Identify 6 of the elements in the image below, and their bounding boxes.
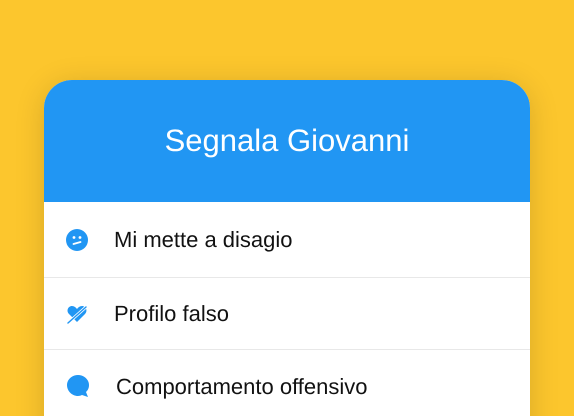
uneasy-face-icon: [66, 228, 88, 250]
dialog-title: Segnala Giovanni: [164, 122, 410, 160]
speech-bubble-icon: [66, 374, 90, 398]
report-option[interactable]: Profilo falso: [44, 278, 530, 350]
report-option[interactable]: Comportamento offensivo: [44, 350, 530, 416]
report-option[interactable]: Mi mette a disagio: [44, 202, 530, 278]
